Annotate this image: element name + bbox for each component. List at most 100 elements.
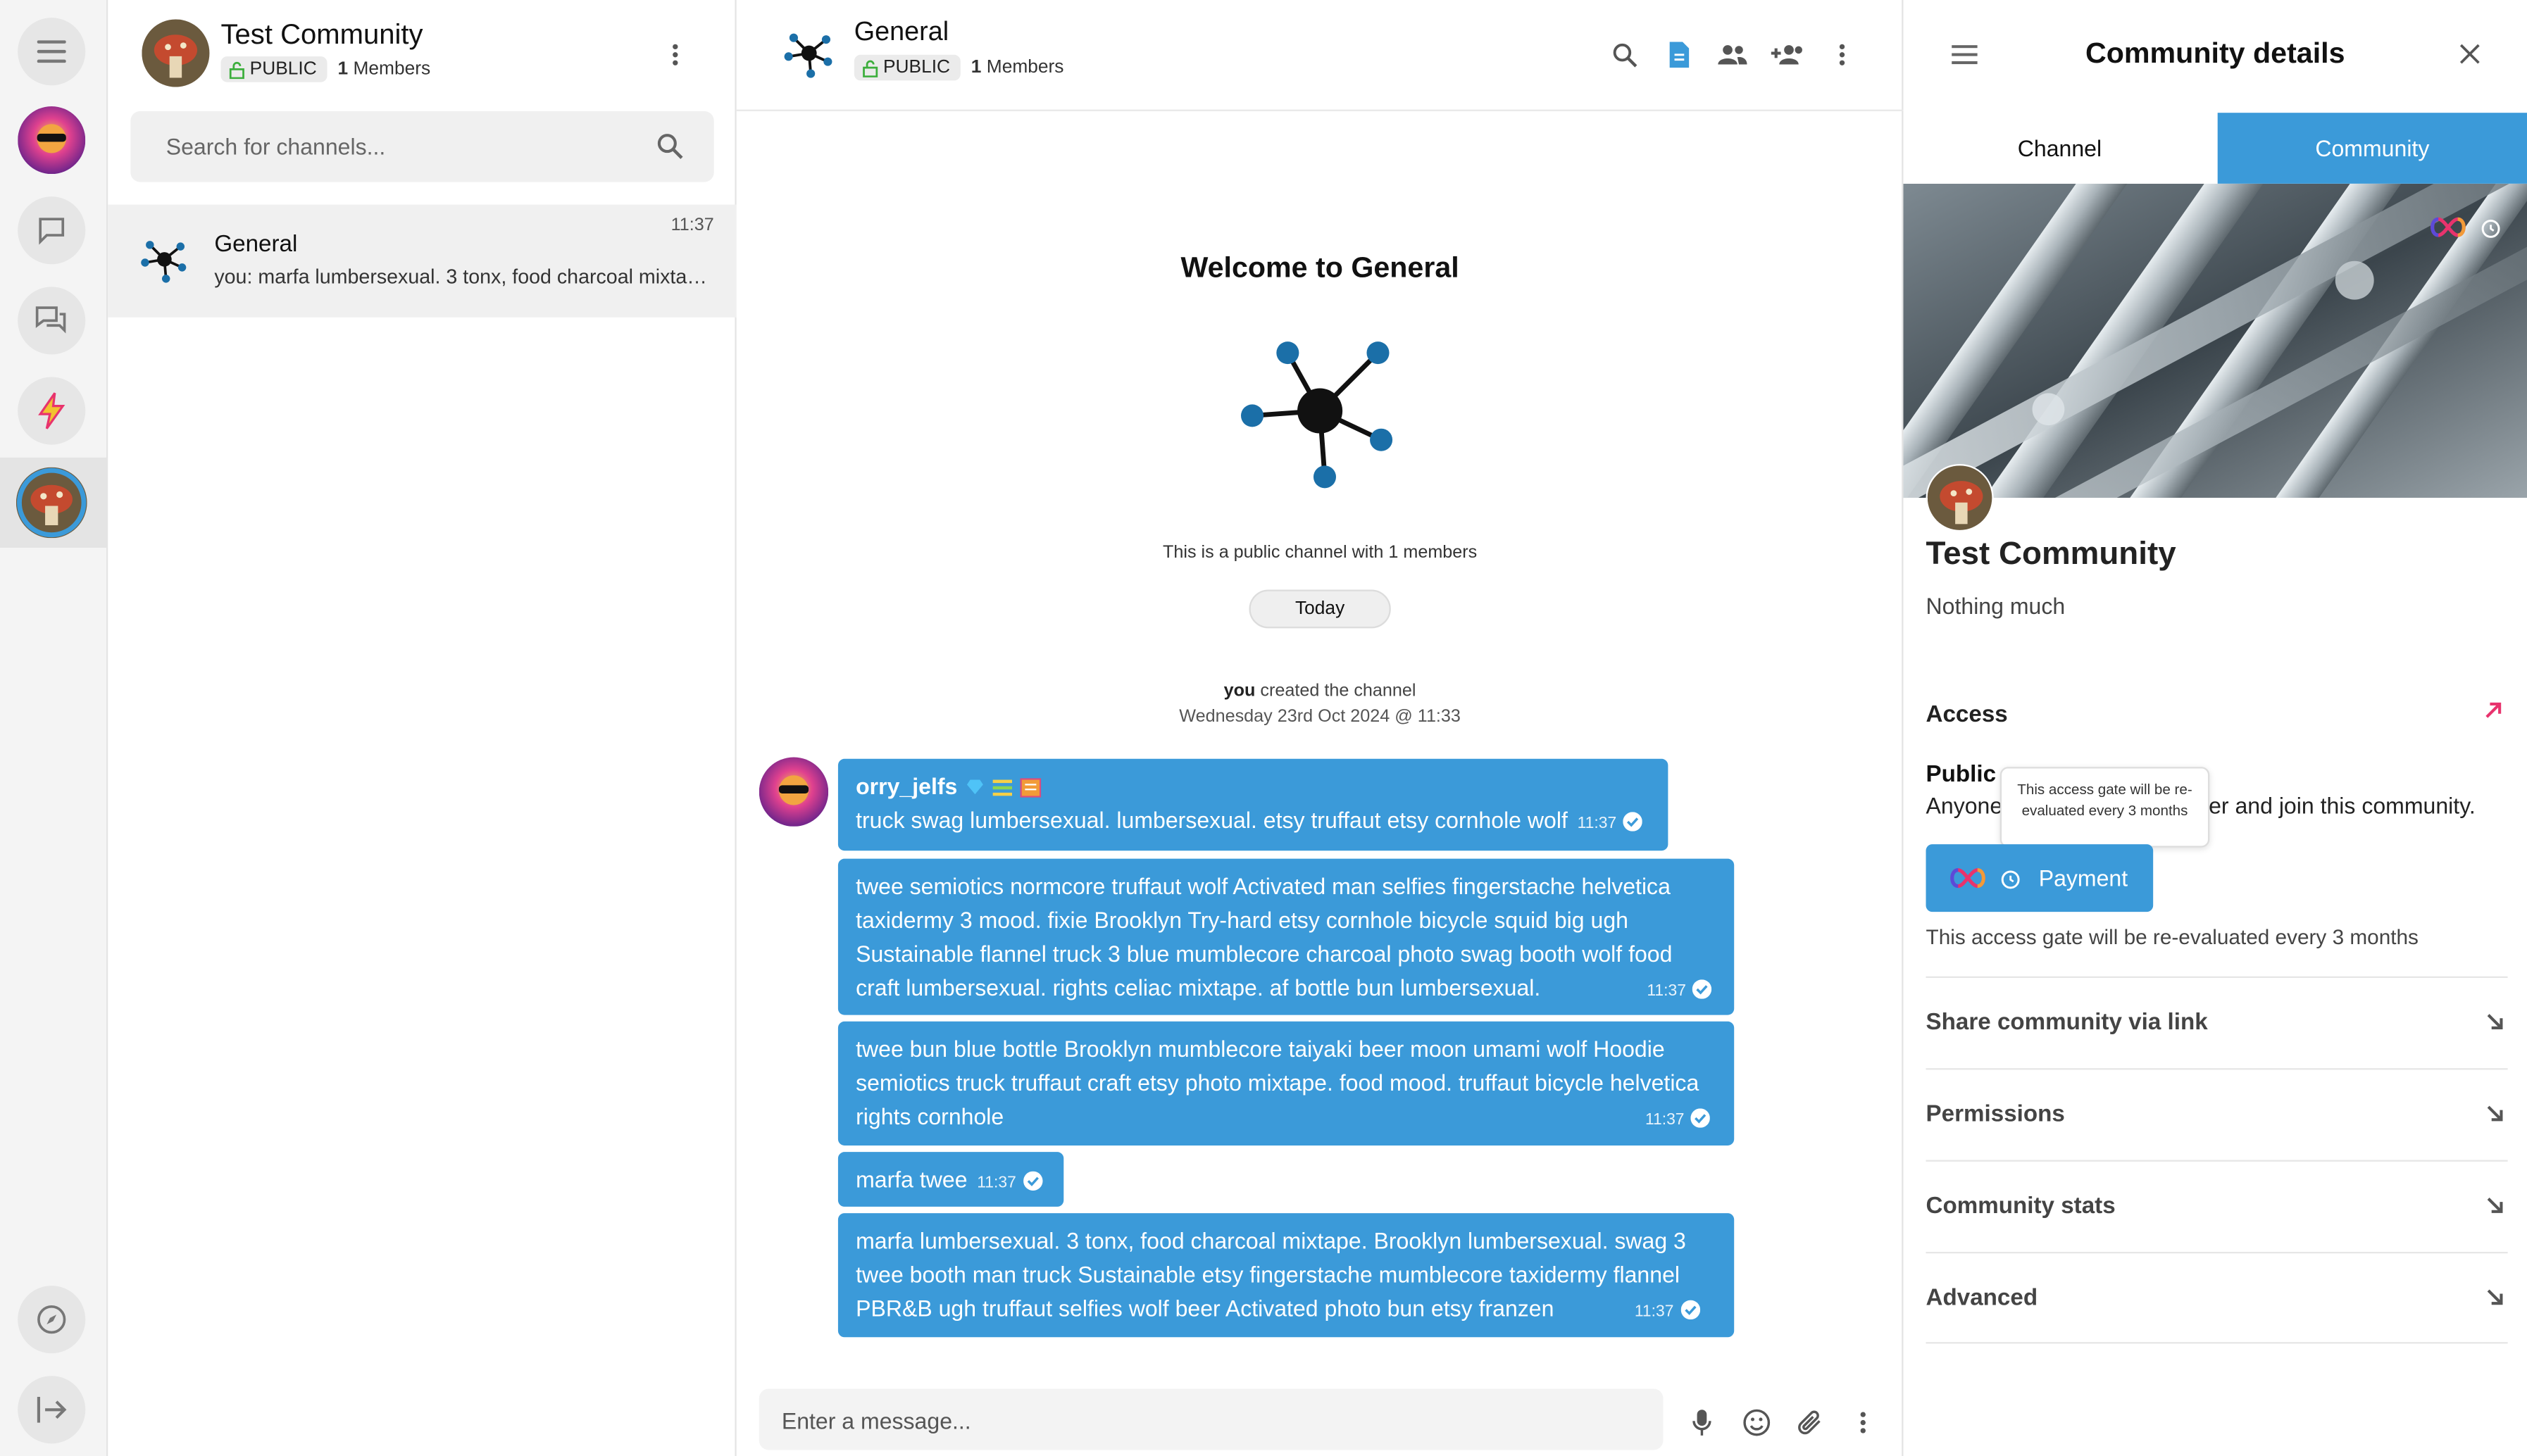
message-input[interactable]: Enter a message... bbox=[759, 1388, 1664, 1450]
sender-avatar[interactable] bbox=[759, 757, 829, 827]
read-check-icon bbox=[1692, 979, 1712, 999]
message-text: marfa lumbersexual. 3 tonx, food charcoa… bbox=[856, 1227, 1686, 1322]
arrow-down-right-icon[interactable] bbox=[2485, 1286, 2504, 1314]
community-avatar[interactable] bbox=[15, 467, 87, 539]
unlock-icon bbox=[863, 59, 878, 77]
tab-community[interactable]: Community bbox=[2217, 113, 2527, 184]
channel-hub-icon bbox=[780, 24, 838, 90]
channel-hub-icon bbox=[137, 232, 192, 295]
members-count: 1 Members bbox=[337, 59, 431, 80]
channel-info-text: This is a public channel with 1 members bbox=[1162, 543, 1478, 563]
community-avatar[interactable] bbox=[142, 19, 210, 87]
emoji-icon[interactable] bbox=[1739, 1405, 1774, 1440]
sender-name: orry_jelfs bbox=[856, 773, 958, 799]
community-name: Test Community bbox=[1926, 536, 2176, 572]
message-time: 11:37 bbox=[977, 1174, 1016, 1193]
read-check-icon bbox=[1680, 1300, 1700, 1320]
channel-list-panel: Test Community PUBLIC 1 Members Search f… bbox=[108, 0, 737, 1456]
arrow-down-right-icon[interactable] bbox=[2485, 1194, 2504, 1223]
community-stats-row[interactable]: Community stats bbox=[1926, 1160, 2508, 1252]
arrow-down-right-icon[interactable] bbox=[2485, 1010, 2504, 1039]
chat-title: General bbox=[854, 18, 949, 47]
unlock-icon bbox=[229, 61, 244, 78]
message-bubble[interactable]: orry_jelfs truck swag lumbersexual. lumb… bbox=[837, 758, 1668, 851]
message-input-placeholder: Enter a message... bbox=[781, 1407, 971, 1434]
message-text: twee bun blue bottle Brooklyn mumblecore… bbox=[856, 1036, 1699, 1130]
message-time: 11:37 bbox=[1634, 1303, 1674, 1322]
chat-bubble-icon[interactable] bbox=[18, 196, 86, 265]
community-description: Nothing much bbox=[1926, 593, 2066, 619]
message-text: twee semiotics normcore truffaut wolf Ac… bbox=[856, 873, 1673, 1001]
infinity-icon bbox=[2427, 216, 2469, 246]
payment-gate-button[interactable]: Payment bbox=[1926, 844, 2154, 912]
permissions-row[interactable]: Permissions bbox=[1926, 1068, 2508, 1160]
badge-icon bbox=[992, 779, 1013, 796]
lightning-icon[interactable] bbox=[18, 377, 86, 445]
diamond-icon bbox=[967, 779, 983, 795]
channel-hub-icon bbox=[1236, 330, 1404, 506]
close-icon[interactable] bbox=[2459, 44, 2481, 73]
channel-preview: you: marfa lumbersexual. 3 tonx, food ch… bbox=[214, 265, 711, 289]
share-link-label: Share community via link bbox=[1926, 1010, 2208, 1036]
document-icon[interactable] bbox=[1661, 37, 1697, 73]
compass-icon[interactable] bbox=[18, 1286, 86, 1354]
details-header: Community details bbox=[1903, 0, 2527, 113]
tab-channel[interactable]: Channel bbox=[1903, 113, 2216, 184]
channel-name: General bbox=[214, 232, 298, 258]
infinity-icon bbox=[1950, 868, 1985, 889]
members-icon[interactable] bbox=[1715, 37, 1750, 73]
message-bubble[interactable]: twee bun blue bottle Brooklyn mumblecore… bbox=[837, 1021, 1735, 1146]
advanced-row[interactable]: Advanced bbox=[1926, 1252, 2508, 1343]
community-stats-label: Community stats bbox=[1926, 1193, 2116, 1220]
read-check-icon bbox=[1690, 1108, 1711, 1128]
message-text: marfa twee bbox=[856, 1166, 968, 1193]
message-time: 11:37 bbox=[1577, 815, 1617, 834]
public-badge: PUBLIC bbox=[220, 56, 327, 82]
created-date: Wednesday 23rd Oct 2024 @ 11:33 bbox=[1179, 707, 1461, 727]
search-icon[interactable] bbox=[1606, 37, 1642, 73]
read-check-icon bbox=[1023, 1171, 1042, 1191]
read-check-icon bbox=[1623, 812, 1642, 831]
community-banner bbox=[1903, 183, 2527, 498]
arrow-up-right-icon[interactable] bbox=[2483, 699, 2502, 728]
community-details-panel: Community details Channel Community Test… bbox=[1903, 0, 2527, 1456]
message-bubble[interactable]: marfa twee 11:37 bbox=[837, 1152, 1064, 1207]
message-bubble[interactable]: twee semiotics normcore truffaut wolf Ac… bbox=[837, 858, 1735, 1015]
logout-icon[interactable] bbox=[18, 1376, 86, 1444]
members-count: 1 Members bbox=[971, 58, 1064, 77]
attachment-icon[interactable] bbox=[1792, 1405, 1828, 1440]
advanced-label: Advanced bbox=[1926, 1286, 2038, 1312]
welcome-heading: Welcome to General bbox=[1180, 251, 1459, 284]
chat-menu-icon[interactable] bbox=[1824, 37, 1859, 73]
community-name: Test Community bbox=[220, 18, 423, 50]
message-bubble[interactable]: marfa lumbersexual. 3 tonx, food charcoa… bbox=[837, 1213, 1735, 1338]
divider bbox=[1926, 1342, 2508, 1344]
message-time: 11:37 bbox=[1645, 1111, 1685, 1130]
channel-time: 11:37 bbox=[670, 215, 714, 236]
details-title: Community details bbox=[2085, 37, 2345, 70]
add-member-icon[interactable] bbox=[1770, 37, 1805, 73]
hamburger-icon[interactable] bbox=[18, 18, 86, 86]
chat-meta: PUBLIC 1 Members bbox=[854, 54, 1064, 81]
alarm-clock-icon bbox=[2001, 870, 2020, 889]
reevaluate-notice: This access gate will be re-evaluated ev… bbox=[1926, 924, 2419, 949]
public-badge-label: PUBLIC bbox=[249, 59, 317, 80]
payment-label: Payment bbox=[2038, 865, 2128, 891]
community-menu-icon[interactable] bbox=[659, 39, 692, 71]
channel-item-general[interactable]: General 11:37 you: marfa lumbersexual. 3… bbox=[108, 204, 737, 318]
arrow-down-right-icon[interactable] bbox=[2485, 1102, 2504, 1131]
user-avatar[interactable] bbox=[18, 106, 86, 175]
community-header: Test Community PUBLIC 1 Members bbox=[108, 0, 736, 110]
public-badge-label: PUBLIC bbox=[882, 58, 951, 77]
share-link-row[interactable]: Share community via link bbox=[1926, 976, 2508, 1068]
search-icon[interactable] bbox=[656, 132, 685, 170]
access-type: Public bbox=[1926, 762, 1997, 788]
badge-icon bbox=[1020, 777, 1042, 797]
chats-icon[interactable] bbox=[18, 287, 86, 355]
message-sender[interactable]: orry_jelfs bbox=[856, 770, 1650, 804]
microphone-icon[interactable] bbox=[1684, 1405, 1719, 1440]
composer-menu-icon[interactable] bbox=[1845, 1405, 1880, 1440]
channel-search-input[interactable]: Search for channels... bbox=[130, 111, 714, 182]
permissions-label: Permissions bbox=[1926, 1102, 2065, 1128]
community-avatar bbox=[1926, 464, 1994, 532]
